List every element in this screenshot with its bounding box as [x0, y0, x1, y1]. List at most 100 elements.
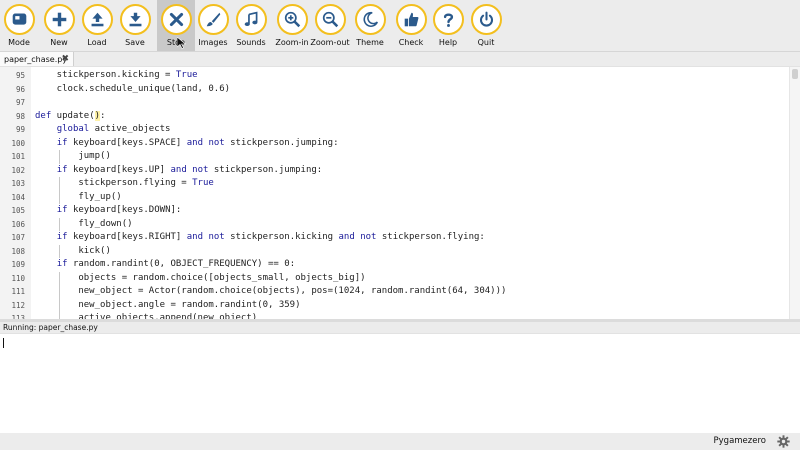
code-line[interactable]: 104 fly_up() — [0, 190, 790, 204]
code-line[interactable]: 96 clock.schedule_unique(land, 0.6) — [0, 83, 790, 97]
code-text: if random.randint(0, OBJECT_FREQUENCY) =… — [56, 259, 296, 269]
line-number: 107 — [11, 233, 25, 242]
brush-icon — [206, 12, 220, 27]
line-number: 96 — [15, 84, 25, 94]
code-line[interactable]: 107 if keyboard[keys.RIGHT] and not stic… — [0, 231, 790, 245]
theme-button-label: Theme — [356, 38, 384, 47]
code-line[interactable]: 97 — [0, 96, 790, 110]
code-line[interactable]: 112 new_object.angle = random.randint(0,… — [0, 298, 790, 312]
code-line[interactable]: 108 kick() — [0, 244, 790, 258]
code-line[interactable]: 95 stickperson.kicking = True — [0, 69, 790, 83]
help-button[interactable]: Help — [429, 0, 467, 51]
gear-icon[interactable] — [777, 435, 790, 448]
moon-icon — [362, 11, 378, 27]
quit-button[interactable]: Quit — [467, 0, 505, 51]
line-number: 104 — [11, 192, 25, 202]
code-lines: 95 stickperson.kicking = True 96 clock.sc… — [0, 69, 790, 320]
mode-button[interactable]: Mode — [0, 0, 38, 51]
code-text: fly_up() — [35, 191, 122, 202]
theme-button[interactable]: Theme — [351, 0, 389, 51]
upload-icon — [91, 12, 103, 27]
load-button[interactable]: Load — [78, 0, 116, 51]
zoom-in-button-label: Zoom-in — [275, 38, 309, 47]
close-tab-icon[interactable]: ✖ — [61, 52, 69, 66]
indent-guide — [58, 244, 60, 258]
line-number: 97 — [15, 98, 25, 107]
scrollbar-thumb[interactable] — [792, 69, 798, 79]
code-text: global active_objects — [56, 124, 171, 134]
line-number: 109 — [11, 260, 25, 269]
code-editor[interactable]: 95 stickperson.kicking = True 96 clock.sc… — [0, 66, 800, 320]
code-text: objects = random.choice([objects_small, … — [35, 272, 366, 283]
code-line[interactable]: 105 if keyboard[keys.DOWN]: — [0, 204, 790, 218]
code-text: fly_down() — [35, 218, 133, 229]
code-text: stickperson.flying = True — [35, 178, 214, 188]
sounds-button[interactable]: Sounds — [232, 0, 270, 51]
check-button[interactable]: Check — [392, 0, 430, 51]
thumbs-up-icon — [404, 12, 418, 27]
code-text: kick() — [35, 245, 111, 256]
code-text: stickperson.kicking = True — [35, 70, 198, 80]
mode-icon — [12, 13, 26, 25]
code-text: clock.schedule_unique(land, 0.6) — [35, 83, 231, 94]
line-number: 95 — [15, 71, 25, 80]
indent-guide — [58, 190, 60, 204]
code-line[interactable]: 100 if keyboard[keys.SPACE] and not stic… — [0, 137, 790, 151]
code-line[interactable]: 111 new_object = Actor(random.choice(obj… — [0, 285, 790, 299]
new-button[interactable]: New — [40, 0, 78, 51]
zoom-out-button[interactable]: Zoom-out — [310, 0, 350, 51]
indent-guide — [58, 150, 60, 164]
quit-button-label: Quit — [477, 38, 495, 47]
code-text: if keyboard[keys.DOWN]: — [56, 205, 182, 215]
console-caret — [3, 338, 4, 348]
zoom-in-button[interactable]: Zoom-in — [273, 0, 311, 51]
line-number: 111 — [11, 287, 25, 296]
question-icon — [443, 13, 453, 27]
tab-bar: paper_chase.py ✖ — [0, 52, 800, 66]
code-line[interactable]: 99 global active_objects — [0, 123, 790, 137]
code-text: if keyboard[keys.UP] and not stickperson… — [56, 164, 323, 175]
power-icon — [479, 11, 493, 27]
code-line[interactable]: 109 if random.randint(0, OBJECT_FREQUENC… — [0, 258, 790, 272]
editor-vertical-scrollbar[interactable] — [789, 67, 800, 320]
code-line[interactable]: 103 stickperson.flying = True — [0, 177, 790, 191]
images-button[interactable]: Images — [194, 0, 232, 51]
save-button[interactable]: Save — [116, 0, 154, 51]
indent-guide — [58, 217, 60, 231]
tab-paper-chase[interactable]: paper_chase.py ✖ — [0, 52, 74, 66]
line-number: 106 — [11, 219, 25, 229]
line-number: 105 — [11, 206, 25, 215]
stop-button[interactable]: Stop — [157, 0, 195, 51]
help-button-label: Help — [438, 38, 458, 47]
indent-guide — [58, 298, 60, 312]
code-line[interactable]: 101 jump() — [0, 150, 790, 164]
music-note-icon — [244, 11, 257, 27]
line-number: 112 — [11, 300, 25, 310]
new-button-label: New — [50, 38, 68, 47]
zoom-out-button-label: Zoom-out — [310, 38, 350, 47]
line-number: 108 — [11, 246, 25, 256]
mode-label: Pygamezero — [713, 436, 766, 446]
plus-icon — [52, 12, 66, 27]
save-button-label: Save — [125, 38, 145, 47]
code-line[interactable]: 102 if keyboard[keys.UP] and not stickpe… — [0, 164, 790, 178]
stop-icon — [169, 12, 183, 27]
images-button-label: Images — [198, 38, 228, 47]
code-line[interactable]: 98 def update(): — [0, 110, 790, 124]
line-number: 102 — [11, 165, 25, 175]
output-console[interactable] — [0, 333, 800, 434]
download-icon — [129, 12, 141, 27]
load-button-label: Load — [87, 38, 107, 47]
mode-button-label: Mode — [8, 38, 30, 47]
line-number: 101 — [11, 152, 25, 161]
check-button-label: Check — [398, 38, 424, 47]
status-bar: Pygamezero — [0, 433, 800, 450]
tab-label: paper_chase.py — [4, 54, 68, 64]
indent-guide — [58, 177, 60, 191]
code-text: if keyboard[keys.SPACE] and not stickper… — [56, 137, 339, 148]
code-line[interactable]: 106 fly_down() — [0, 217, 790, 231]
code-text: new_object.angle = random.randint(0, 359… — [35, 299, 301, 310]
indent-guide — [58, 285, 60, 299]
code-text: jump() — [35, 151, 111, 161]
code-line[interactable]: 110 objects = random.choice([objects_sma… — [0, 271, 790, 285]
